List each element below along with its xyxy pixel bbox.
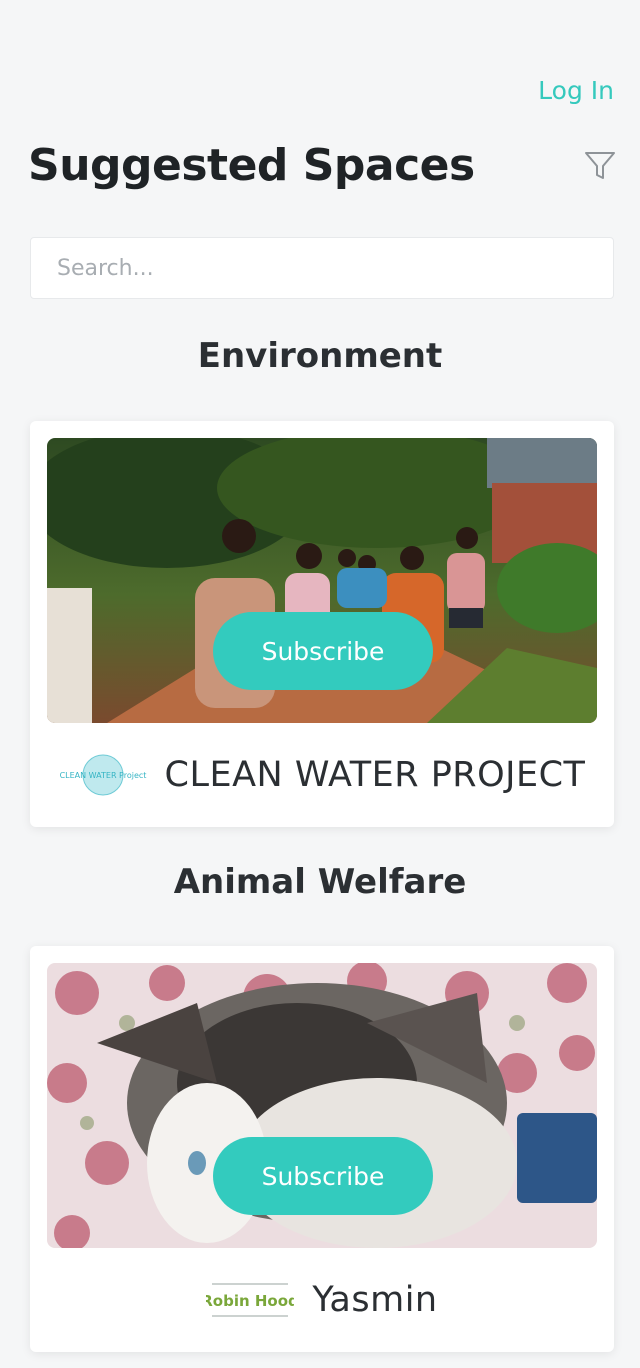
card-image-children-running: Subscribe	[47, 438, 597, 723]
space-card-clean-water-project[interactable]: Subscribe CLEAN WATER Project CLEAN WATE…	[30, 421, 614, 827]
login-link[interactable]: Log In	[538, 76, 614, 105]
card-image-dog: Subscribe	[47, 963, 597, 1248]
card-footer: Robin Hood Yasmin	[30, 1248, 614, 1352]
card-footer: CLEAN WATER Project CLEAN WATER PROJECT	[30, 723, 614, 827]
svg-text:Robin Hood: Robin Hood	[206, 1292, 294, 1310]
clean-water-project-logo: CLEAN WATER Project	[59, 754, 146, 796]
filter-icon[interactable]	[582, 148, 618, 184]
svg-text:CLEAN WATER Project: CLEAN WATER Project	[59, 771, 146, 780]
robin-hood-logo: Robin Hood	[206, 1280, 295, 1320]
page-title: Suggested Spaces	[28, 140, 475, 191]
org-name: CLEAN WATER PROJECT	[164, 755, 586, 795]
search-box	[30, 237, 614, 299]
org-name: Yasmin	[312, 1280, 438, 1320]
section-title-environment: Environment	[197, 336, 443, 376]
subscribe-button[interactable]: Subscribe	[213, 1137, 433, 1215]
space-card-yasmin[interactable]: Subscribe Robin Hood Yasmin	[30, 946, 614, 1352]
section-title-animal-welfare: Animal Welfare	[173, 862, 467, 902]
search-input[interactable]	[31, 238, 613, 298]
top-bar: Log In	[0, 0, 640, 130]
subscribe-button[interactable]: Subscribe	[213, 612, 433, 690]
